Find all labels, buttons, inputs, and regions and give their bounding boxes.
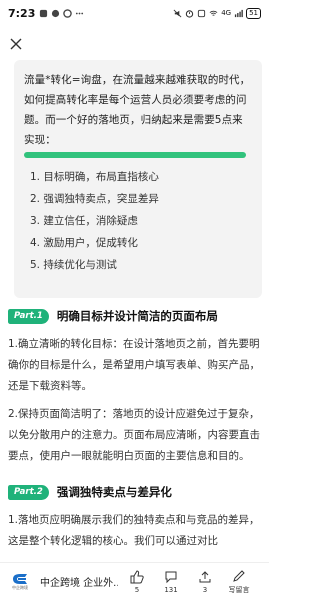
signal-icon	[234, 9, 243, 17]
part-tag: Part.1	[8, 308, 49, 324]
close-icon	[10, 38, 22, 50]
step-item: 1. 目标明确，布局直指核心	[30, 171, 159, 183]
battery-indicator: 51	[246, 7, 261, 19]
intro-card: 流量*转化=询盘，在流量越来越难获取的时代，如何提高转化率是每个运营人员必须要考…	[14, 60, 262, 298]
section-2-header: Part.2 强调独特卖点与差异化	[8, 482, 172, 502]
section-2-paragraph-1: 1.落地页应明确展示我们的独特卖点和与竞品的差异，这是整个转化逻辑的核心。我们可…	[8, 514, 260, 547]
app-notification-icon	[52, 9, 60, 17]
highlight-bar	[24, 152, 246, 158]
status-bar: 7:23 4G 51	[0, 0, 269, 26]
status-notification-icons	[39, 8, 84, 18]
thumbs-up-icon	[130, 569, 144, 583]
status-time: 7:23	[8, 6, 36, 20]
brand-logo[interactable]: 中企跨境	[6, 570, 34, 594]
close-button[interactable]	[6, 34, 26, 54]
like-button[interactable]: 5	[122, 569, 152, 594]
alarm-icon	[185, 9, 194, 18]
brand-logo-icon	[13, 573, 27, 584]
app-notification-icon	[63, 8, 73, 18]
write-comment-label: 写留言	[228, 585, 250, 594]
step-item: 3. 建立信任，消除疑虑	[30, 215, 138, 227]
section-1-paragraph-1: 1.确立清晰的转化目标：在设计落地页之前，首先要明确你的目标是什么，是希望用户填…	[8, 338, 260, 392]
network-type: 4G	[221, 9, 232, 17]
comment-count: 131	[164, 585, 178, 594]
write-comment-button[interactable]: 写留言	[224, 569, 254, 595]
like-count: 5	[134, 585, 140, 594]
steps-list: 1. 目标明确，布局直指核心 2. 强调独特卖点，突显差异 3. 建立信任，消除…	[24, 166, 252, 276]
comment-icon	[165, 571, 177, 583]
part-tag: Part.2	[8, 484, 49, 500]
article-top-bar	[0, 28, 269, 58]
app-notification-icon	[40, 9, 48, 17]
brand-logo-text: 中企跨境	[12, 584, 28, 590]
step-item: 5. 持续优化与测试	[30, 259, 117, 271]
wifi-icon	[209, 10, 218, 16]
section-title: 明确目标并设计简洁的页面布局	[56, 309, 218, 323]
comment-button[interactable]: 131	[156, 570, 186, 594]
intro-text: 流量*转化=询盘，在流量越来越难获取的时代，如何提高转化率是每个运营人员必须要考…	[24, 74, 251, 146]
mute-icon	[173, 9, 182, 17]
status-system-icons: 4G 51	[173, 7, 261, 19]
account-name[interactable]: 中企跨境 企业外...	[40, 574, 118, 589]
share-button[interactable]: 3	[190, 570, 220, 594]
bottom-action-bar: 中企跨境 中企跨境 企业外... 5 131 3 写留言	[0, 562, 269, 600]
more-dots-icon	[76, 12, 84, 14]
share-count: 3	[202, 585, 208, 594]
section-1-paragraph-2: 2.保持页面简洁明了：落地页的设计应避免过于复杂，以免分散用户的注意力。页面布局…	[8, 408, 260, 462]
pencil-icon	[233, 569, 245, 582]
step-item: 2. 强调独特卖点，突显差异	[30, 193, 159, 205]
share-icon	[199, 570, 211, 582]
section-1-header: Part.1 明确目标并设计简洁的页面布局	[8, 306, 218, 326]
section-title: 强调独特卖点与差异化	[56, 485, 172, 499]
nfc-icon	[198, 9, 206, 17]
step-item: 4. 激励用户，促成转化	[30, 237, 138, 249]
